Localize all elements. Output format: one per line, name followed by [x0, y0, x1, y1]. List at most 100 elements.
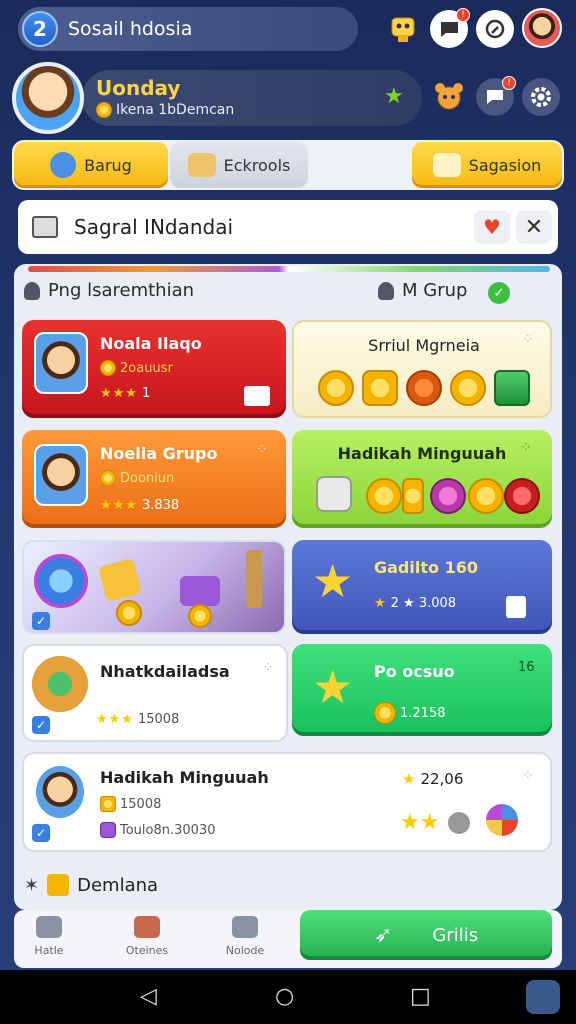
notice-title: Sagral INdandai: [74, 215, 234, 239]
card-srriul[interactable]: Srriul Mgrneia ⁘: [292, 320, 552, 418]
nav-label: Nolode: [225, 944, 265, 957]
user-avatar-icon[interactable]: [522, 8, 562, 48]
tab-eckrools[interactable]: Eckrools: [170, 142, 308, 188]
card-banner-art[interactable]: ✓: [22, 540, 286, 634]
play-button[interactable]: ➶ Grilis: [300, 910, 552, 960]
help-icon[interactable]: [476, 10, 514, 48]
tab-sagasion[interactable]: Sagasion: [412, 142, 562, 188]
tab-label: Barug: [84, 155, 132, 175]
nav-mode[interactable]: Nolode: [210, 916, 280, 957]
user-icon: [24, 281, 40, 300]
card-line1: 15008: [100, 796, 161, 812]
star-icon: ★: [402, 770, 417, 788]
grid-icon: ⁘: [256, 442, 268, 458]
dollar-coin-icon: [366, 478, 402, 514]
stars-icon: ★★★: [96, 712, 134, 727]
card-rating: ★ 22,06: [402, 770, 463, 788]
message-icon[interactable]: !: [476, 76, 516, 116]
section-right-header[interactable]: M Grup: [378, 280, 467, 301]
nav-home[interactable]: Hatle: [14, 916, 84, 957]
trophy-cup-icon: [316, 476, 352, 512]
gem-pot-icon: [430, 478, 466, 514]
card-rating-text: 22,06: [420, 770, 464, 788]
card-line1-text: 15008: [120, 796, 162, 812]
stars-icon: ★★★: [100, 498, 138, 513]
card-line2: Toulo8n.30030: [100, 822, 216, 838]
card-rating: ★★★ 3.838: [100, 498, 179, 513]
card-title: Hadikah Minguuah: [337, 444, 507, 463]
recents-icon[interactable]: □: [410, 984, 431, 1009]
check-icon: ✓: [32, 612, 50, 630]
card-sub-text: Dooniun: [120, 470, 175, 486]
card-title: Noelia Grupo: [100, 444, 218, 463]
chat-bubble-icon[interactable]: !: [430, 8, 470, 48]
card-rating-text: 1: [141, 386, 151, 401]
box-icon: [47, 874, 70, 896]
settings-gear-icon[interactable]: [522, 78, 560, 116]
trophy-icon[interactable]: [384, 10, 422, 48]
note-icon: [187, 153, 216, 177]
play-button-label: Grilis: [432, 924, 479, 946]
stars-icon: ★★: [400, 810, 440, 835]
grid-icon: ⁘: [522, 768, 534, 784]
treasure-chest-icon: [180, 576, 220, 606]
gold-bars-icon: [97, 557, 143, 603]
section-right-label: M Grup: [402, 280, 468, 301]
hand-icon: [432, 153, 461, 177]
close-button[interactable]: ✕: [516, 210, 552, 244]
nav-label: Hatle: [34, 944, 64, 957]
card-gadilto[interactable]: ★ Gadilto 160 ★ 2 ★ 3.008: [292, 540, 552, 634]
ball-icon: [406, 370, 442, 406]
search-bar[interactable]: 2 Sosail hdosia: [18, 7, 358, 51]
coin-icon: [188, 604, 212, 628]
coin-icon: [116, 600, 142, 626]
tab-label: Eckrools: [223, 155, 291, 175]
app-shortcut-icon[interactable]: [526, 980, 560, 1014]
tab-barug[interactable]: Barug: [14, 142, 168, 188]
dollar-coin-icon: [450, 370, 486, 406]
card-sub-text: 2oauusr: [120, 360, 173, 376]
footer-section-label: ✶ Demlana: [24, 874, 158, 896]
card-rating: ★★★ 1: [100, 386, 150, 401]
card-sub: 2oauusr: [100, 360, 173, 376]
gem-icon: [100, 822, 116, 838]
profile-name: Uonday: [96, 76, 181, 100]
cash-icon: [494, 370, 530, 406]
home-circle-icon[interactable]: ○: [275, 984, 294, 1009]
pet-icon[interactable]: [430, 78, 468, 116]
ring-icon: [448, 812, 470, 834]
star-icon: ★: [384, 84, 404, 109]
card-title: Srriul Mgrneia: [368, 336, 480, 355]
card-nhatkdail[interactable]: Nhatkdailadsa ⁘ ★★★ 15008 ✓: [22, 644, 288, 742]
card-noelia[interactable]: Noelia Grupo Dooniun ★★★ 3.838 ⁘: [22, 430, 286, 528]
card-title: Noala Ilaqo: [100, 334, 202, 353]
check-icon: ✓: [488, 282, 510, 304]
section-left-label: Png lsaremthian: [48, 280, 195, 301]
footer-label-text: Demlana: [77, 874, 159, 896]
rocket-icon: [134, 916, 160, 938]
grid-icon: ⁘: [262, 660, 274, 676]
coin-icon: [100, 360, 116, 376]
card-rating-text: 15008: [137, 712, 180, 727]
profile-subtitle-text: Ikena 1bDemcan: [116, 102, 235, 118]
card-po-ocsuo[interactable]: ★ Po ocsuo 16 1.2158: [292, 644, 552, 736]
profile-avatar[interactable]: [12, 62, 84, 134]
nav-offers[interactable]: Oteines: [112, 916, 182, 957]
search-text: Sosail hdosia: [68, 18, 193, 40]
spinner-wheel-icon: [486, 804, 518, 836]
favorite-button[interactable]: ♥: [474, 210, 510, 244]
chat-icon: [232, 916, 258, 938]
gem-icon: [50, 152, 77, 178]
back-icon[interactable]: ◁: [140, 984, 157, 1009]
section-left-header: Png lsaremthian: [24, 280, 194, 301]
book-icon: [32, 216, 58, 238]
card-noala[interactable]: Noala Ilaqo 2oauusr ★★★ 1: [22, 320, 286, 418]
star-icon: ★: [312, 554, 354, 608]
card-hadikah[interactable]: Hadikah Minguuah ⁘: [292, 430, 552, 528]
card-title: Hadikah Minguuah: [100, 768, 269, 787]
card-hadikah-wide[interactable]: Hadikah Minguuah 15008 Toulo8n.30030 ★ 2…: [22, 752, 552, 852]
leaf-icon: ➶: [373, 922, 393, 948]
character-avatar: [34, 764, 86, 820]
ball-icon: [504, 478, 540, 514]
card-title: Nhatkdailadsa: [100, 662, 230, 681]
